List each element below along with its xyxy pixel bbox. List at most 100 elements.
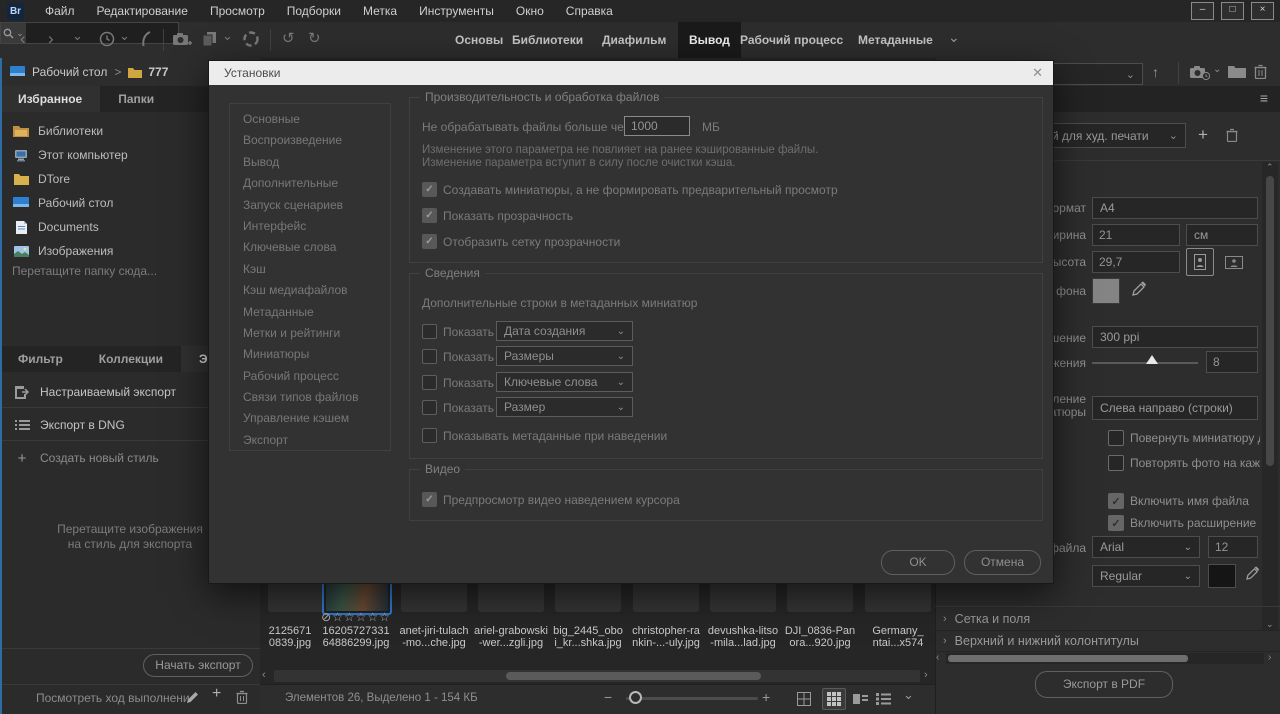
content-hscrollbar[interactable] bbox=[274, 670, 920, 682]
tab-filmstrip[interactable]: Диафильм bbox=[602, 22, 666, 58]
show-tooltip-metadata-checkbox[interactable]: ✓ bbox=[422, 428, 437, 443]
tab-essentials[interactable]: Основы bbox=[455, 22, 503, 58]
dialog-titlebar[interactable]: Установки ✕ bbox=[209, 61, 1053, 85]
file-name[interactable]: DJI_0836-Pan ora...920.jpg bbox=[781, 625, 859, 649]
favorites-item-desktop[interactable]: Рабочий стол bbox=[0, 191, 208, 215]
line1-dropdown[interactable]: Дата создания bbox=[496, 321, 633, 341]
include-extension-checkbox[interactable]: ✓ bbox=[1108, 515, 1124, 531]
tab-libraries[interactable]: Библиотеки bbox=[512, 22, 583, 58]
right-hscroll-left-arrow[interactable]: ‹ bbox=[936, 652, 939, 663]
nav-startup-scripts[interactable]: Запуск сценариев bbox=[230, 195, 390, 216]
file-name[interactable]: big_2445_obo i_kr...shka.jpg bbox=[549, 625, 627, 649]
redo-icon[interactable]: ↻ bbox=[308, 22, 321, 56]
list-view-icon[interactable] bbox=[872, 689, 894, 709]
export-dng-item[interactable]: Экспорт в DNG bbox=[0, 409, 208, 441]
direction-dropdown[interactable]: Слева направо (строки) bbox=[1092, 396, 1258, 420]
breadcrumb-current[interactable]: 777 bbox=[148, 65, 168, 79]
transparency-grid-checkbox[interactable]: ✓ bbox=[422, 234, 437, 249]
nav-general[interactable]: Основные bbox=[230, 109, 390, 130]
tab-workflow[interactable]: Рабочий процесс bbox=[740, 22, 843, 58]
create-style-item[interactable]: + Создать новый стиль bbox=[0, 442, 208, 474]
panel-menu-icon[interactable]: ≡ bbox=[1260, 90, 1268, 106]
show-line3-checkbox[interactable]: ✓ bbox=[422, 375, 437, 390]
history-chevron-icon[interactable] bbox=[119, 19, 130, 53]
nav-keywords[interactable]: Ключевые слова bbox=[230, 237, 390, 258]
hscroll-left-arrow[interactable]: ‹ bbox=[262, 669, 266, 681]
favorites-item-pictures[interactable]: Изображения bbox=[0, 239, 208, 263]
trash-icon[interactable] bbox=[236, 690, 248, 704]
line3-dropdown[interactable]: Ключевые слова bbox=[496, 372, 633, 392]
ok-button[interactable]: OK bbox=[881, 550, 955, 575]
font-style-dropdown[interactable]: Regular bbox=[1092, 565, 1200, 587]
favorites-item-computer[interactable]: Этот компьютер bbox=[0, 143, 208, 167]
file-name[interactable]: devushka-litso -mila...lad.jpg bbox=[704, 625, 782, 649]
show-line2-checkbox[interactable]: ✓ bbox=[422, 349, 437, 364]
favorites-item-libraries[interactable]: Библиотеки bbox=[0, 119, 208, 143]
vscroll-thumb[interactable] bbox=[1266, 176, 1274, 466]
nav-playback[interactable]: Воспроизведение bbox=[230, 130, 390, 151]
quality-slider[interactable] bbox=[1092, 362, 1198, 364]
zoom-in-icon[interactable]: + bbox=[762, 689, 770, 705]
favorites-item-dtore[interactable]: DTore bbox=[0, 167, 208, 191]
delete-icon[interactable] bbox=[1254, 64, 1267, 79]
nav-file-type-associations[interactable]: Связи типов файлов bbox=[230, 387, 390, 408]
nav-thumbnails[interactable]: Миниатюры bbox=[230, 344, 390, 365]
file-name[interactable]: christopher-ra nkin-...-uly.jpg bbox=[627, 625, 705, 649]
new-folder-icon[interactable] bbox=[1228, 65, 1246, 78]
file-size-limit-input[interactable] bbox=[624, 116, 690, 136]
camera-import-icon[interactable] bbox=[172, 31, 192, 48]
favorites-item-documents[interactable]: Documents bbox=[0, 215, 208, 239]
section-grid-margins[interactable]: › Сетка и поля bbox=[935, 608, 1280, 631]
copy-files-icon[interactable] bbox=[202, 31, 218, 47]
nav-metadata[interactable]: Метаданные bbox=[230, 302, 390, 323]
menu-help[interactable]: Справка bbox=[566, 4, 613, 18]
tab-filter[interactable]: Фильтр bbox=[0, 346, 81, 372]
add-template-icon[interactable]: + bbox=[1198, 125, 1208, 145]
orientation-portrait-button[interactable] bbox=[1186, 248, 1214, 276]
copy-chevron-icon[interactable] bbox=[222, 19, 233, 53]
menu-file[interactable]: Файл bbox=[45, 4, 75, 18]
orientation-landscape-button[interactable] bbox=[1222, 253, 1246, 271]
forward-icon[interactable]: › bbox=[48, 22, 54, 56]
show-line1-checkbox[interactable]: ✓ bbox=[422, 324, 437, 339]
format-dropdown[interactable]: A4 bbox=[1092, 197, 1258, 219]
font-color-swatch[interactable] bbox=[1208, 564, 1236, 588]
menu-window[interactable]: Окно bbox=[516, 4, 544, 18]
details-view-icon[interactable] bbox=[849, 689, 871, 709]
font-size-input[interactable] bbox=[1208, 536, 1258, 558]
nav-advanced[interactable]: Дополнительные bbox=[230, 173, 390, 194]
file-name[interactable]: anet-jiri-tulach -mo...che.jpg bbox=[395, 625, 473, 649]
show-line4-checkbox[interactable]: ✓ bbox=[422, 400, 437, 415]
cancel-button[interactable]: Отмена bbox=[964, 550, 1041, 575]
tabs-more-chevron-icon[interactable] bbox=[948, 20, 960, 54]
close-button[interactable]: × bbox=[1251, 2, 1274, 20]
grid-lock-view-icon[interactable] bbox=[793, 689, 815, 709]
generate-thumbnails-checkbox[interactable]: ✓ bbox=[422, 182, 437, 197]
view-progress-label[interactable]: Посмотреть ход выполнени bbox=[36, 691, 190, 705]
custom-export-item[interactable]: Настраиваемый экспорт bbox=[0, 376, 208, 408]
tab-collections[interactable]: Коллекции bbox=[81, 346, 181, 372]
eyedropper-icon[interactable] bbox=[1132, 281, 1147, 296]
menu-view[interactable]: Просмотр bbox=[210, 4, 265, 18]
right-hscrollbar[interactable] bbox=[946, 653, 1264, 664]
thumbnail-size-slider[interactable] bbox=[626, 697, 758, 700]
resolution-field[interactable]: 300 ppi bbox=[1092, 326, 1258, 348]
edit-pencil-icon[interactable] bbox=[186, 691, 199, 704]
sort-direction-icon[interactable]: ↑ bbox=[1152, 64, 1159, 80]
quality-input[interactable] bbox=[1206, 351, 1258, 373]
font-family-dropdown[interactable]: Arial bbox=[1092, 536, 1200, 558]
zoom-out-icon[interactable]: − bbox=[604, 689, 612, 705]
nav-chevron-icon[interactable] bbox=[72, 19, 83, 53]
rating-row[interactable]: ⊘☆☆☆☆☆ bbox=[320, 610, 392, 624]
dialog-close-icon[interactable]: ✕ bbox=[1032, 65, 1043, 81]
repeat-photo-checkbox[interactable]: ✓ bbox=[1108, 455, 1124, 471]
nav-labels-ratings[interactable]: Метки и рейтинги bbox=[230, 323, 390, 344]
boomerang-icon[interactable] bbox=[138, 30, 154, 48]
tab-output[interactable]: Вывод bbox=[678, 22, 741, 58]
undo-icon[interactable]: ↺ bbox=[282, 22, 295, 56]
hscroll-right-arrow[interactable]: › bbox=[924, 669, 928, 681]
delete-template-icon[interactable] bbox=[1226, 128, 1238, 142]
background-color-swatch[interactable] bbox=[1092, 278, 1120, 304]
menu-stacks[interactable]: Подборки bbox=[287, 4, 341, 18]
menu-tools[interactable]: Инструменты bbox=[419, 4, 494, 18]
